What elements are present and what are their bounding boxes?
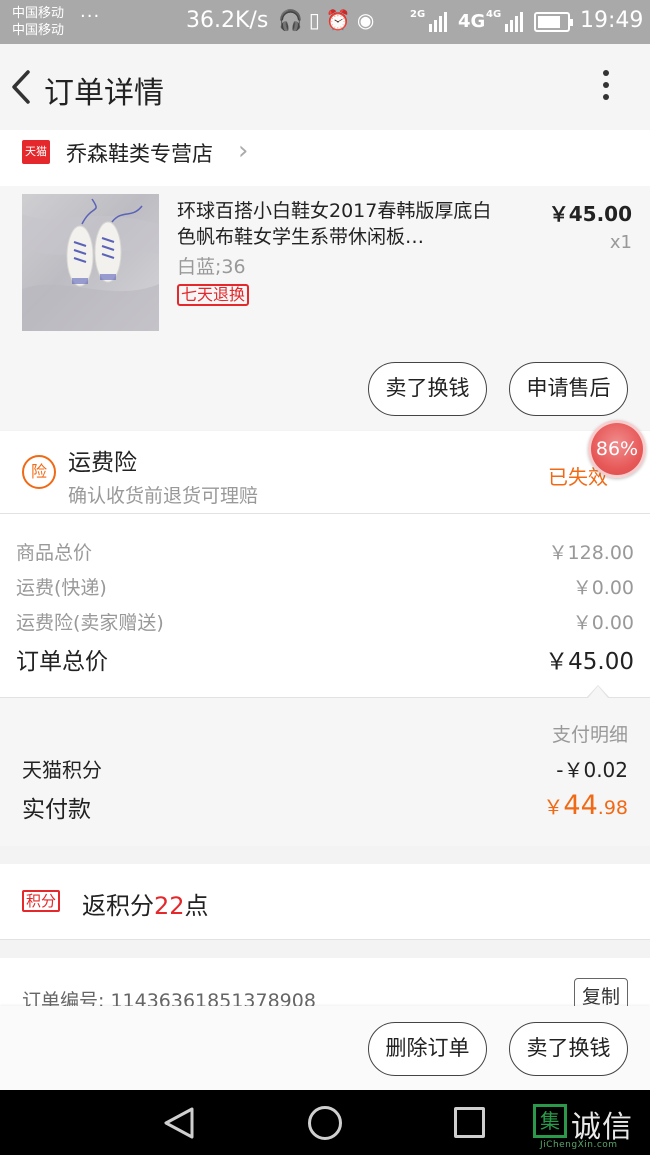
eye-icon: ◉ (356, 8, 381, 32)
points-badge: 积分 (22, 890, 61, 912)
product-title[interactable]: 环球百搭小白鞋女2017春韩版厚底白色帆布鞋女学生系带休闲板… (177, 198, 507, 250)
product-sku: 白蓝;36 (177, 256, 246, 278)
carrier-1: 中国移动 (12, 6, 65, 21)
battery-icon (534, 12, 573, 32)
paid-amount-value: ￥44.98 (543, 790, 628, 821)
order-total-label: 订单总价 (16, 649, 108, 675)
summary-row: 运费险(卖家赠送) ￥0.00 (16, 608, 634, 635)
payment-detail-label: 支付明细 (551, 724, 628, 746)
shop-name[interactable]: 乔森鞋类专营店 (66, 138, 213, 168)
status-icons: 🎧▯⏰◉ (278, 8, 380, 32)
product-item[interactable]: 环球百搭小白鞋女2017春韩版厚底白色帆布鞋女学生系带休闲板… 白蓝;36 七天… (0, 186, 650, 430)
watermark-logo-icon: 集 (533, 1104, 567, 1138)
vibrate-icon: ▯ (308, 8, 326, 32)
summary-value: ￥0.00 (572, 577, 634, 599)
summary-value: ￥0.00 (572, 612, 634, 634)
product-thumbnail[interactable] (22, 194, 159, 331)
tmall-points-row: 天猫积分 -￥0.02 (22, 754, 628, 783)
summary-row: 运费(快递) ￥0.00 (16, 573, 634, 600)
insurance-icon: 险 (22, 455, 56, 489)
signal-4g-icon: 4G (458, 10, 486, 32)
resell-button[interactable]: 卖了换钱 (368, 362, 487, 416)
seven-day-return-badge: 七天退换 (177, 284, 250, 306)
summary-value: ￥128.00 (548, 542, 634, 564)
tmall-points-value: -￥0.02 (556, 758, 628, 782)
signal-4g-bars-icon: 4G (486, 10, 524, 32)
after-sale-button[interactable]: 申请售后 (509, 362, 628, 416)
paid-amount-row: 实付款 ￥44.98 (22, 790, 628, 824)
bottom-action-bar: 删除订单 卖了换钱 (0, 1006, 650, 1090)
insurance-subtitle: 确认收货前退货可理赔 (68, 485, 259, 507)
more-menu-icon[interactable] (596, 70, 616, 106)
network-speed: 36.2K/s (186, 8, 269, 33)
payment-detail: 支付明细 天猫积分 -￥0.02 实付款 ￥44.98 (0, 685, 650, 846)
delete-order-button[interactable]: 删除订单 (368, 1022, 487, 1076)
more-notifications-icon: ··· (80, 6, 101, 27)
app-bar: 订单详情 (0, 44, 650, 130)
summary-label: 运费(快递) (16, 577, 107, 599)
clock: 19:49 (580, 8, 644, 33)
watermark-url: JiChengXin.com (540, 1140, 618, 1150)
chevron-right-icon: › (238, 136, 249, 166)
signal-2g-icon: 2G (410, 10, 448, 32)
sneaker-photo-icon (22, 198, 159, 331)
page-title: 订单详情 (44, 76, 164, 111)
points-reward-row: 积分 返积分22点 (0, 864, 650, 940)
resell-bottom-button[interactable]: 卖了换钱 (509, 1022, 628, 1076)
tmall-logo-icon: 天猫 (22, 140, 50, 164)
tmall-points-label: 天猫积分 (22, 758, 102, 782)
nav-back-icon[interactable] (162, 1106, 198, 1140)
alarm-icon: ⏰ (325, 8, 357, 32)
status-bar: 中国移动 中国移动 ··· 36.2K/s 🎧▯⏰◉ 2G 4G 4G 19:4… (0, 0, 650, 44)
carrier-2: 中国移动 (12, 23, 65, 38)
points-number: 22 (154, 892, 185, 920)
nav-home-icon[interactable] (308, 1106, 342, 1140)
summary-label: 商品总价 (16, 542, 93, 564)
insurance-title: 运费险 (68, 450, 137, 476)
floating-memory-ball[interactable]: 86% (588, 420, 646, 478)
price-summary: 商品总价 ￥128.00 运费(快递) ￥0.00 运费险(卖家赠送) ￥0.0… (0, 514, 650, 698)
order-number-row: 订单编号: 11436361851378908 复制 (0, 958, 650, 1018)
order-total-row: 订单总价 ￥45.00 (16, 642, 634, 676)
product-quantity: x1 (609, 232, 632, 253)
shipping-insurance-row[interactable]: 险 运费险 确认收货前退货可理赔 已失效 (0, 431, 650, 514)
shop-row[interactable]: 天猫 乔森鞋类专营店 › (0, 130, 650, 186)
product-price: ￥45.00 (548, 202, 632, 226)
headphones-icon: 🎧 (278, 8, 309, 32)
system-nav-bar: 集 诚信 JiChengXin.com (0, 1090, 650, 1155)
back-arrow-icon[interactable] (6, 62, 36, 112)
order-total-value: ￥45.00 (545, 649, 634, 675)
summary-label: 运费险(卖家赠送) (16, 612, 164, 634)
paid-amount-label: 实付款 (22, 797, 91, 823)
carrier-labels: 中国移动 中国移动 (12, 5, 64, 39)
summary-row: 商品总价 ￥128.00 (16, 538, 634, 565)
nav-recent-apps-icon[interactable] (454, 1107, 485, 1138)
points-text: 返积分22点 (82, 892, 209, 920)
